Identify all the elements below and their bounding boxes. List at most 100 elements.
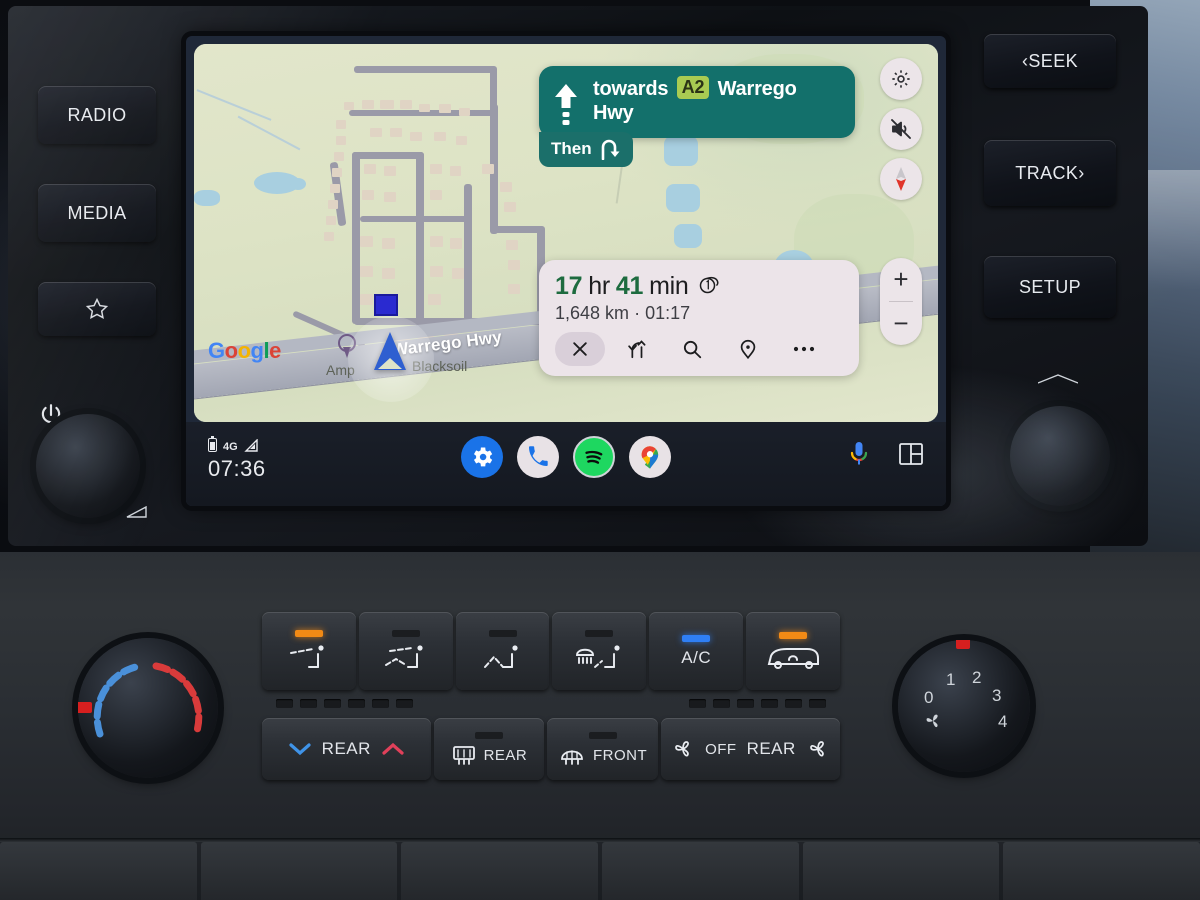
straight-arrow-icon [551, 76, 581, 126]
chevron-up-icon [381, 741, 405, 757]
map-control-column[interactable] [880, 58, 922, 200]
air-recirculation-led [779, 631, 808, 639]
then-label: Then [551, 139, 592, 158]
ramp-right-icon [600, 138, 621, 160]
setup-button[interactable]: SETUP [984, 256, 1116, 318]
recenter-location-button[interactable] [723, 332, 773, 366]
eta-minutes-unit: min [649, 272, 689, 300]
climate-control-panel[interactable]: A/C REAR REAR FRONT OFF REAR [262, 612, 840, 814]
compass-icon [893, 165, 909, 193]
front-defrost-icon [558, 744, 586, 766]
turn-instruction-text: towards A2 Warrego Hwy [593, 76, 841, 125]
eta-hours-unit: hr [588, 272, 610, 300]
split-screen-icon[interactable] [898, 442, 924, 466]
eta-action-row[interactable] [555, 332, 843, 366]
temperature-knob[interactable] [72, 632, 224, 784]
google-maps-app-button[interactable] [629, 436, 671, 478]
vehicle-position-arrow [374, 332, 406, 370]
rear-temperature-label: REAR [321, 739, 371, 758]
microphone-icon[interactable] [848, 440, 870, 468]
system-bar: 4G 07:36 [186, 422, 946, 506]
eta-distance: 1,648 km [555, 303, 630, 323]
vent-face-button[interactable] [262, 612, 356, 690]
climate-lower-row[interactable]: REAR REAR FRONT OFF REAR [262, 718, 840, 780]
eta-distance-row: 1,648 km · 01:17 [555, 303, 843, 324]
close-navigation-button[interactable] [555, 332, 605, 366]
seek-button-label: ‹SEEK [1021, 50, 1079, 71]
vent-face-feet-button[interactable] [358, 612, 453, 690]
vent-face-led [294, 629, 323, 637]
front-defrost-button[interactable]: FRONT [547, 718, 658, 780]
front-defrost-led [588, 732, 617, 739]
map-settings-button[interactable] [880, 58, 922, 100]
fan-speed-knob[interactable]: 0 1 2 3 4 [892, 634, 1036, 778]
compass-button[interactable] [880, 158, 922, 200]
spotify-icon [580, 443, 608, 471]
more-options-button[interactable] [779, 332, 829, 366]
gear-icon [469, 444, 495, 470]
settings-app-button[interactable] [461, 436, 503, 478]
vent-face-feet-led [391, 629, 420, 637]
setup-button-label: SETUP [1018, 276, 1081, 297]
lower-trim-panels [0, 842, 1200, 900]
air-conditioning-led [682, 634, 711, 642]
maps-pin-icon [636, 443, 664, 471]
air-conditioning-label: A/C [681, 647, 712, 667]
fan-mark-3: 3 [992, 686, 1002, 705]
zoom-out-button[interactable]: − [880, 302, 922, 345]
chevron-down-icon [288, 741, 312, 757]
dashboard: RADIO MEDIA ‹SEEK TRACK› SETUP Warrego H… [0, 0, 1200, 900]
google-attribution: Google [208, 338, 281, 363]
vent-feet-button[interactable] [455, 612, 550, 690]
infotainment-screen[interactable]: Warrego Hwy Amp Blacksoil Google towards… [186, 36, 946, 506]
air-conditioning-button[interactable]: A/C [649, 612, 744, 690]
vent-defrost-feet-button[interactable] [552, 612, 647, 690]
app-dock[interactable] [461, 436, 671, 478]
media-button-label: MEDIA [67, 202, 127, 223]
favorites-button[interactable] [38, 282, 156, 336]
media-button[interactable]: MEDIA [38, 184, 156, 242]
system-right-icons[interactable] [848, 440, 924, 468]
search-icon [681, 338, 703, 360]
air-recirculation-button[interactable] [746, 612, 840, 690]
feet-vent-icon [481, 643, 525, 673]
eta-minutes-value: 41 [615, 272, 644, 300]
rear-defrost-led [474, 732, 503, 739]
power-volume-knob[interactable] [30, 408, 146, 524]
fan-mark-4: 4 [998, 712, 1008, 731]
radio-button[interactable]: RADIO [38, 86, 156, 144]
track-button-label: TRACK› [1015, 162, 1085, 183]
eta-arrival-time: 01:17 [645, 303, 691, 323]
map-view[interactable]: Warrego Hwy Amp Blacksoil Google towards… [194, 44, 938, 422]
zoom-in-button[interactable]: + [880, 258, 922, 301]
alternate-routes-icon [625, 338, 647, 360]
location-pin-icon [737, 338, 759, 360]
turn-instruction-banner: towards A2 Warrego Hwy [539, 66, 855, 138]
rear-temperature-button[interactable]: REAR [262, 718, 431, 780]
rear-fan-off-label: OFF [705, 740, 737, 758]
fan-icon [806, 737, 830, 761]
volume-muted-icon [889, 117, 913, 141]
vent-feet-led [488, 629, 517, 637]
spotify-app-button[interactable] [573, 436, 615, 478]
mute-guidance-button[interactable] [880, 108, 922, 150]
rear-fan-button[interactable]: OFF REAR [660, 718, 840, 780]
eta-card[interactable]: 17 hr 41 min 1,648 km · 01:17 [539, 260, 859, 376]
network-type-label: 4G [223, 441, 238, 453]
seek-button[interactable]: ‹SEEK [984, 34, 1116, 88]
eta-hours-value: 17 [555, 272, 583, 300]
zoom-controls[interactable]: + − [880, 258, 922, 345]
rear-fan-label: REAR [746, 739, 796, 758]
status-area: 4G 07:36 [208, 434, 266, 482]
tune-knob[interactable] [1004, 400, 1116, 512]
climate-mode-row[interactable]: A/C [262, 612, 840, 690]
eta-separator: · [634, 303, 641, 323]
phone-app-button[interactable] [517, 436, 559, 478]
search-along-route-button[interactable] [667, 332, 717, 366]
track-button[interactable]: TRACK› [984, 140, 1116, 206]
face-vent-icon [287, 643, 331, 673]
rear-defrost-button[interactable]: REAR [433, 718, 545, 780]
alternate-routes-button[interactable] [611, 332, 661, 366]
fan-icon [922, 710, 944, 732]
gear-icon [890, 68, 912, 90]
